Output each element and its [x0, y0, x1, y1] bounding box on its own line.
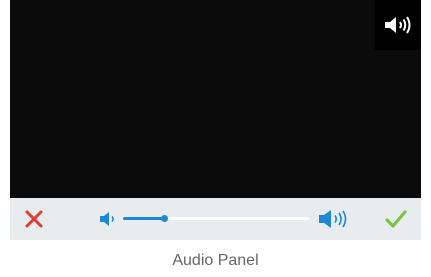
video-preview [10, 0, 421, 198]
speaker-toggle-button[interactable] [375, 0, 421, 50]
close-x-icon [25, 210, 43, 228]
volume-slider-fill [123, 217, 164, 220]
audio-panel [10, 0, 421, 240]
volume-high-button[interactable] [317, 209, 355, 229]
volume-slider-thumb[interactable] [160, 215, 168, 222]
cancel-button[interactable] [22, 207, 46, 231]
checkmark-icon [385, 210, 407, 228]
volume-low-icon [100, 212, 114, 226]
volume-slider[interactable] [123, 215, 309, 222]
volume-high-icon [319, 210, 347, 228]
confirm-button[interactable] [383, 207, 409, 231]
panel-caption: Audio Panel [172, 252, 259, 269]
speaker-volume-icon [385, 16, 411, 34]
control-bar [10, 198, 421, 240]
volume-low-button[interactable] [98, 211, 120, 227]
